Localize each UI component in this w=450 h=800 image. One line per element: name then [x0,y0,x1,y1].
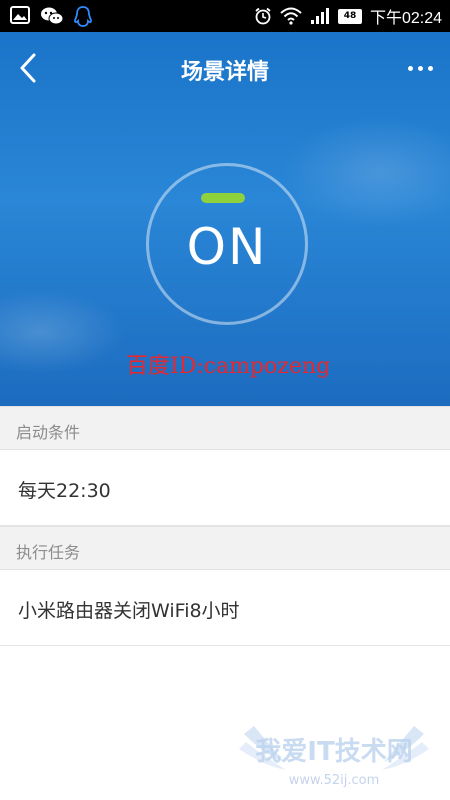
power-toggle[interactable]: ON [146,163,308,325]
site-logo-url: www.52ij.com [289,773,380,788]
gallery-icon [10,6,30,24]
signal-icon [310,8,329,24]
power-indicator [201,193,245,203]
more-dots-icon [407,65,433,71]
status-time: 下午02:24 [369,10,442,27]
alarm-icon [255,7,271,25]
more-button[interactable] [404,56,436,80]
watermark-text: 百度ID:campozeng [126,354,331,379]
wifi-icon [280,7,302,25]
status-bar: 48 下午02:24 [0,0,450,32]
scene-hero: 场景详情 ON 百度ID:campozeng [0,32,450,406]
action-task-item[interactable]: 小米路由器关闭WiFi8小时 [0,570,450,646]
trigger-condition-text: 每天22:30 [18,480,111,502]
section-header-action: 执行任务 [0,526,450,570]
battery-level: 48 [343,11,357,21]
section-header-trigger: 启动条件 [0,406,450,450]
site-logo: 我爱IT技术网 www.52ij.com [239,726,429,788]
section-title-trigger: 启动条件 [16,423,81,442]
action-task-text: 小米路由器关闭WiFi8小时 [18,600,240,622]
section-title-action: 执行任务 [16,543,81,562]
page-title: 场景详情 [180,60,269,85]
wechat-icon [41,7,64,25]
power-state: ON [186,218,268,276]
trigger-condition-item[interactable]: 每天22:30 [0,450,450,526]
system-status: 48 下午02:24 [254,0,442,32]
notification-icons [10,6,92,28]
site-logo-name: 我爱IT技术网 [255,737,412,767]
qq-icon [74,6,92,27]
battery-icon: 48 [337,8,362,24]
